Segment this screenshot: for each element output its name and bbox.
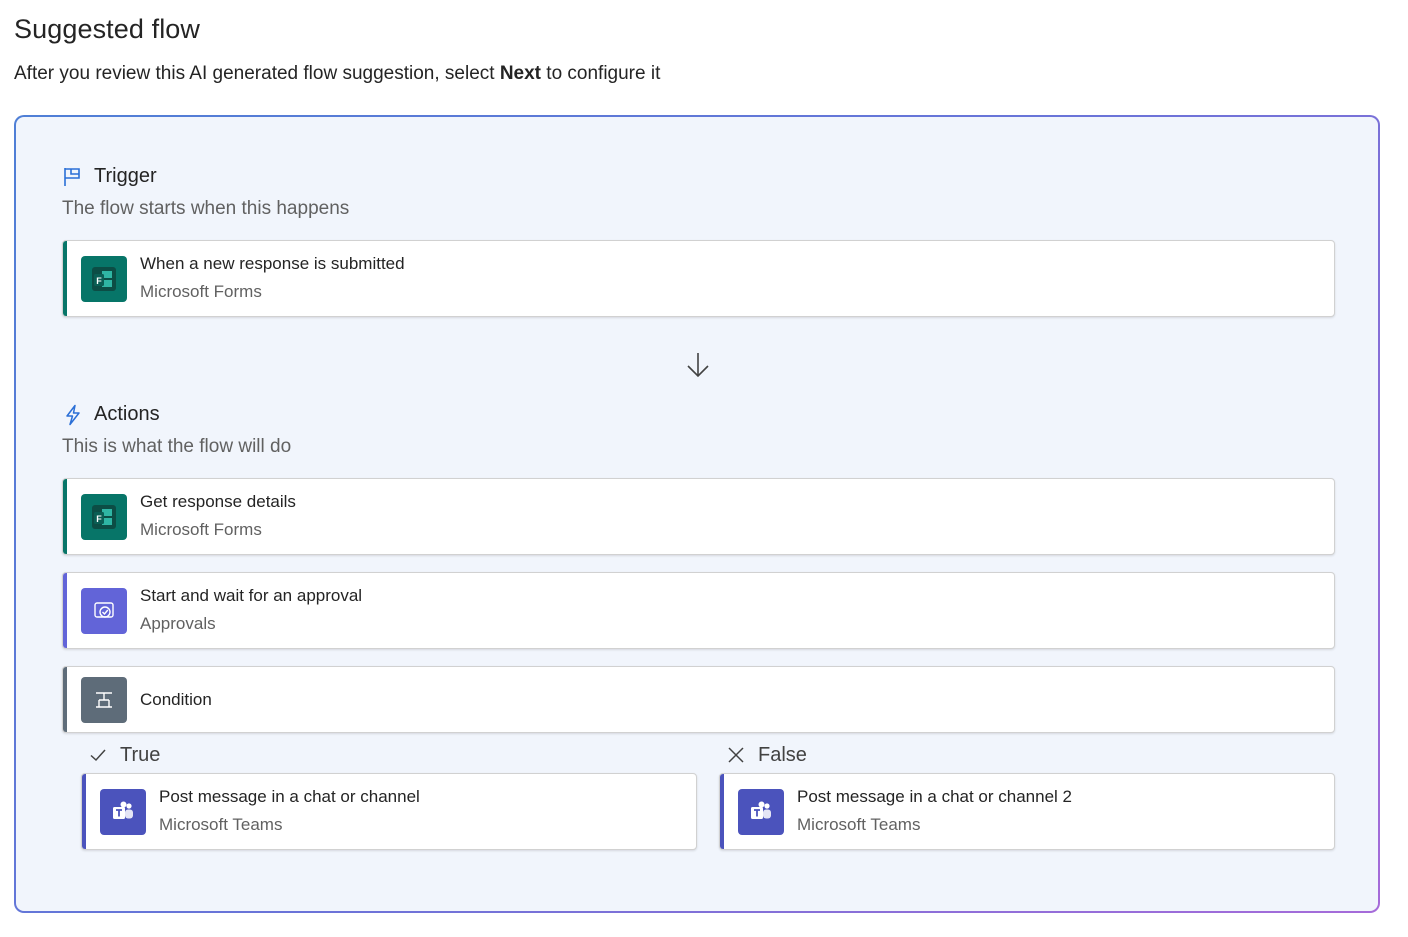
checkmark-icon	[88, 745, 110, 767]
action-card-accent	[63, 667, 67, 732]
subtitle-text-after: to configure it	[541, 63, 661, 84]
approvals-icon	[81, 588, 127, 634]
flag-icon	[62, 166, 84, 188]
arrow-down-icon	[684, 350, 712, 380]
branch-card-accent	[720, 774, 724, 849]
action-card-title: Start and wait for an approval	[140, 586, 363, 605]
action-card-title: Condition	[140, 690, 212, 709]
false-branch-card[interactable]: Post message in a chat or channel 2 Micr…	[719, 773, 1335, 850]
true-branch-card[interactable]: Post message in a chat or channel Micros…	[81, 773, 697, 850]
action-card-accent	[63, 479, 67, 554]
action-card-condition[interactable]: Condition	[62, 666, 1335, 733]
trigger-heading: Trigger	[62, 165, 157, 188]
trigger-card[interactable]: F When a new response is submitted Micro…	[62, 240, 1335, 317]
subtitle-text-before: After you review this AI generated flow …	[14, 63, 500, 84]
trigger-card-subtitle: Microsoft Forms	[140, 282, 262, 301]
action-card-title: Get response details	[140, 492, 296, 511]
condition-icon	[81, 677, 127, 723]
false-branch-label: False	[758, 744, 807, 766]
actions-heading: Actions	[62, 403, 160, 426]
branch-card-subtitle: Microsoft Teams	[159, 815, 283, 834]
suggested-flow-panel: Trigger The flow starts when this happen…	[14, 115, 1380, 913]
action-card-accent	[63, 573, 67, 648]
dismiss-icon	[726, 745, 748, 767]
microsoft-teams-icon	[100, 789, 146, 835]
branch-card-accent	[82, 774, 86, 849]
trigger-card-accent	[63, 241, 67, 316]
microsoft-forms-icon: F	[81, 256, 127, 302]
trigger-label: Trigger	[94, 165, 157, 187]
action-card-approval[interactable]: Start and wait for an approval Approvals	[62, 572, 1335, 649]
actions-description: This is what the flow will do	[62, 436, 292, 457]
trigger-description: The flow starts when this happens	[62, 198, 350, 219]
branch-card-title: Post message in a chat or channel	[159, 787, 420, 806]
actions-label: Actions	[94, 403, 160, 425]
microsoft-forms-icon: F	[81, 494, 127, 540]
action-card-subtitle: Microsoft Forms	[140, 520, 262, 539]
svg-text:F: F	[96, 276, 102, 286]
trigger-card-title: When a new response is submitted	[140, 254, 405, 273]
action-card-get-response[interactable]: F Get response details Microsoft Forms	[62, 478, 1335, 555]
action-card-subtitle: Approvals	[140, 614, 216, 633]
microsoft-teams-icon	[738, 789, 784, 835]
true-branch-heading: True	[88, 744, 160, 767]
subtitle-next-bold: Next	[499, 63, 542, 84]
svg-text:F: F	[96, 514, 102, 524]
page-subtitle: After you review this AI generated flow …	[14, 63, 660, 85]
branch-card-title: Post message in a chat or channel 2	[797, 787, 1072, 806]
true-branch-label: True	[120, 744, 161, 766]
false-branch-heading: False	[726, 744, 807, 767]
branch-card-subtitle: Microsoft Teams	[797, 815, 921, 834]
lightning-icon	[62, 404, 84, 426]
page-title: Suggested flow	[14, 14, 201, 44]
